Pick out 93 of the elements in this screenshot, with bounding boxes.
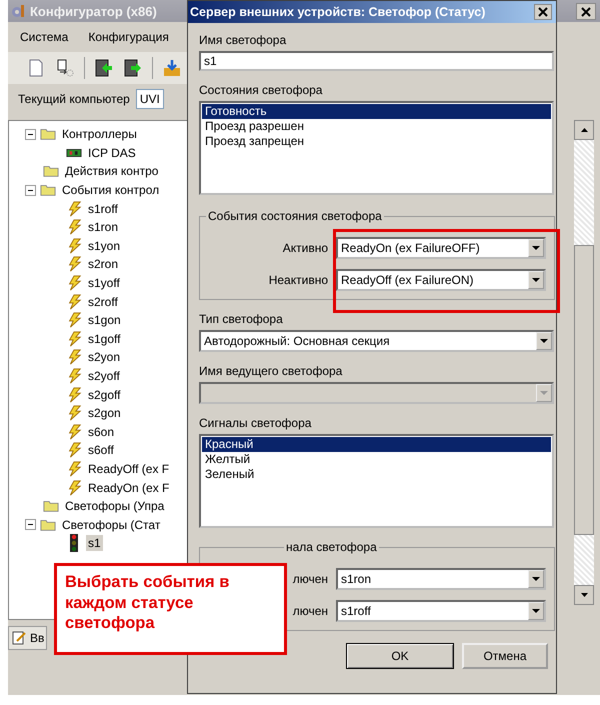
field-label: Тип светофора bbox=[199, 312, 283, 326]
folder-icon bbox=[40, 182, 56, 198]
notepad-icon bbox=[11, 630, 27, 646]
collapse-toggle[interactable] bbox=[25, 184, 36, 196]
tree-item[interactable]: s6on bbox=[86, 424, 116, 440]
lightning-icon bbox=[66, 405, 82, 422]
collapse-toggle[interactable] bbox=[25, 128, 36, 140]
tree-item[interactable]: s1yoff bbox=[86, 275, 122, 292]
group-title: нала светофора bbox=[285, 540, 378, 554]
tree-item[interactable]: s2roff bbox=[86, 294, 120, 310]
callout: Выбрать события в каждом статусе светофора bbox=[54, 563, 287, 655]
scrollbar[interactable] bbox=[574, 120, 594, 605]
field-label: лючен bbox=[292, 572, 328, 586]
export-icon[interactable] bbox=[123, 58, 143, 78]
close-icon bbox=[538, 7, 548, 17]
tree-item[interactable]: Действия контро bbox=[63, 163, 160, 180]
tree-item[interactable]: s2yoff bbox=[86, 368, 122, 384]
event-dropdown[interactable]: s1ron bbox=[336, 568, 546, 590]
tree-item[interactable]: ReadyOff (ex F bbox=[86, 460, 172, 477]
field-label: лючен bbox=[292, 604, 328, 618]
tree-item[interactable]: s2yon bbox=[86, 349, 122, 366]
folder-icon bbox=[40, 126, 56, 142]
lightning-icon bbox=[66, 312, 82, 328]
tree-item[interactable]: s1gon bbox=[86, 312, 123, 328]
tree-item[interactable]: События контрол bbox=[60, 182, 162, 198]
tree-item[interactable]: Светофоры (Упра bbox=[63, 498, 166, 514]
dialog-button[interactable]: Отмена bbox=[462, 643, 548, 669]
tree-item[interactable]: ReadyOn (ex F bbox=[86, 480, 172, 496]
folder-icon bbox=[43, 163, 59, 180]
field-label: Имя светофора bbox=[199, 33, 286, 47]
field-label: Имя ведущего светофора bbox=[199, 364, 342, 378]
event-dropdown[interactable]: ReadyOff (ex FailureON) bbox=[336, 269, 546, 291]
lightning-icon bbox=[66, 368, 82, 384]
event-dropdown[interactable]: ReadyOn (ex FailureOFF) bbox=[336, 237, 546, 259]
lightning-icon bbox=[66, 480, 82, 496]
lightning-icon bbox=[66, 442, 82, 458]
menu-item[interactable]: Конфигурация bbox=[88, 30, 169, 52]
list-item[interactable]: Желтый bbox=[202, 452, 551, 467]
document-icon[interactable] bbox=[55, 58, 75, 78]
list-item[interactable]: Проезд разрешен bbox=[202, 119, 551, 134]
close-button[interactable] bbox=[534, 4, 552, 20]
field-label: Неактивно bbox=[268, 273, 328, 287]
collapse-toggle[interactable] bbox=[25, 519, 36, 530]
tree-item[interactable]: s1yon bbox=[86, 238, 122, 254]
event-dropdown[interactable]: s1roff bbox=[336, 600, 546, 622]
list-item[interactable]: Готовность bbox=[202, 104, 551, 119]
bottom-tab-label: Вв bbox=[30, 631, 44, 645]
tree-item[interactable]: s1goff bbox=[86, 330, 122, 347]
list-label: Состояния светофора bbox=[199, 83, 322, 97]
lightning-icon bbox=[66, 238, 82, 254]
close-button[interactable] bbox=[576, 3, 596, 20]
list-item[interactable]: Красный bbox=[202, 437, 551, 452]
tree-item[interactable]: s6off bbox=[86, 442, 116, 458]
bottom-tab[interactable]: Вв bbox=[8, 626, 48, 650]
tree-item[interactable]: s2ron bbox=[86, 256, 120, 272]
close-icon bbox=[581, 6, 591, 16]
lightning-icon bbox=[66, 349, 82, 366]
tree-item[interactable]: s2goff bbox=[86, 386, 122, 403]
tree-item[interactable]: s1 bbox=[86, 535, 103, 552]
import-icon[interactable] bbox=[94, 58, 114, 78]
field-label: Активно bbox=[282, 241, 328, 255]
tree-item[interactable]: ICP DAS bbox=[86, 144, 138, 161]
dialog-button[interactable]: OK bbox=[346, 643, 454, 669]
lightning-icon bbox=[66, 460, 82, 477]
up-arrow-icon bbox=[580, 128, 588, 132]
dialog-title: Сервер внешних устройств: Светофор (Статус) bbox=[190, 5, 486, 19]
tree-item[interactable]: Светофоры (Стат bbox=[60, 516, 162, 533]
lightning-icon bbox=[66, 424, 82, 440]
list-item[interactable]: Проезд запрещен bbox=[202, 134, 551, 149]
window-title: Конфигуратор (x86) bbox=[30, 4, 157, 18]
lightning-icon bbox=[66, 330, 82, 347]
tree-item[interactable]: Контроллеры bbox=[60, 126, 139, 142]
tree-item[interactable]: s1ron bbox=[86, 219, 120, 236]
lightning-icon bbox=[66, 256, 82, 272]
folder-icon bbox=[43, 498, 59, 514]
lightning-icon bbox=[66, 200, 82, 217]
menu-item[interactable]: Система bbox=[20, 30, 68, 52]
computer-field[interactable]: UVI bbox=[136, 89, 164, 109]
name-field[interactable]: s1 bbox=[199, 51, 554, 71]
traffic-light-icon bbox=[70, 534, 78, 552]
down-arrow-icon bbox=[580, 593, 588, 597]
group-title: События состояния светофора bbox=[207, 209, 383, 223]
lightning-icon bbox=[66, 386, 82, 403]
list-item[interactable]: Зеленый bbox=[202, 467, 551, 482]
list-label: Сигналы светофора bbox=[199, 416, 312, 430]
download-icon[interactable] bbox=[162, 58, 182, 78]
lightning-icon bbox=[66, 294, 82, 310]
type-dropdown[interactable]: Автодорожный: Основная секция bbox=[199, 330, 554, 352]
lightning-icon bbox=[66, 219, 82, 236]
lightning-icon bbox=[66, 275, 82, 292]
tree-item[interactable]: s1roff bbox=[86, 200, 120, 217]
tree-item[interactable]: s2gon bbox=[86, 405, 123, 422]
computer-label: Текущий компьютер bbox=[18, 92, 130, 106]
